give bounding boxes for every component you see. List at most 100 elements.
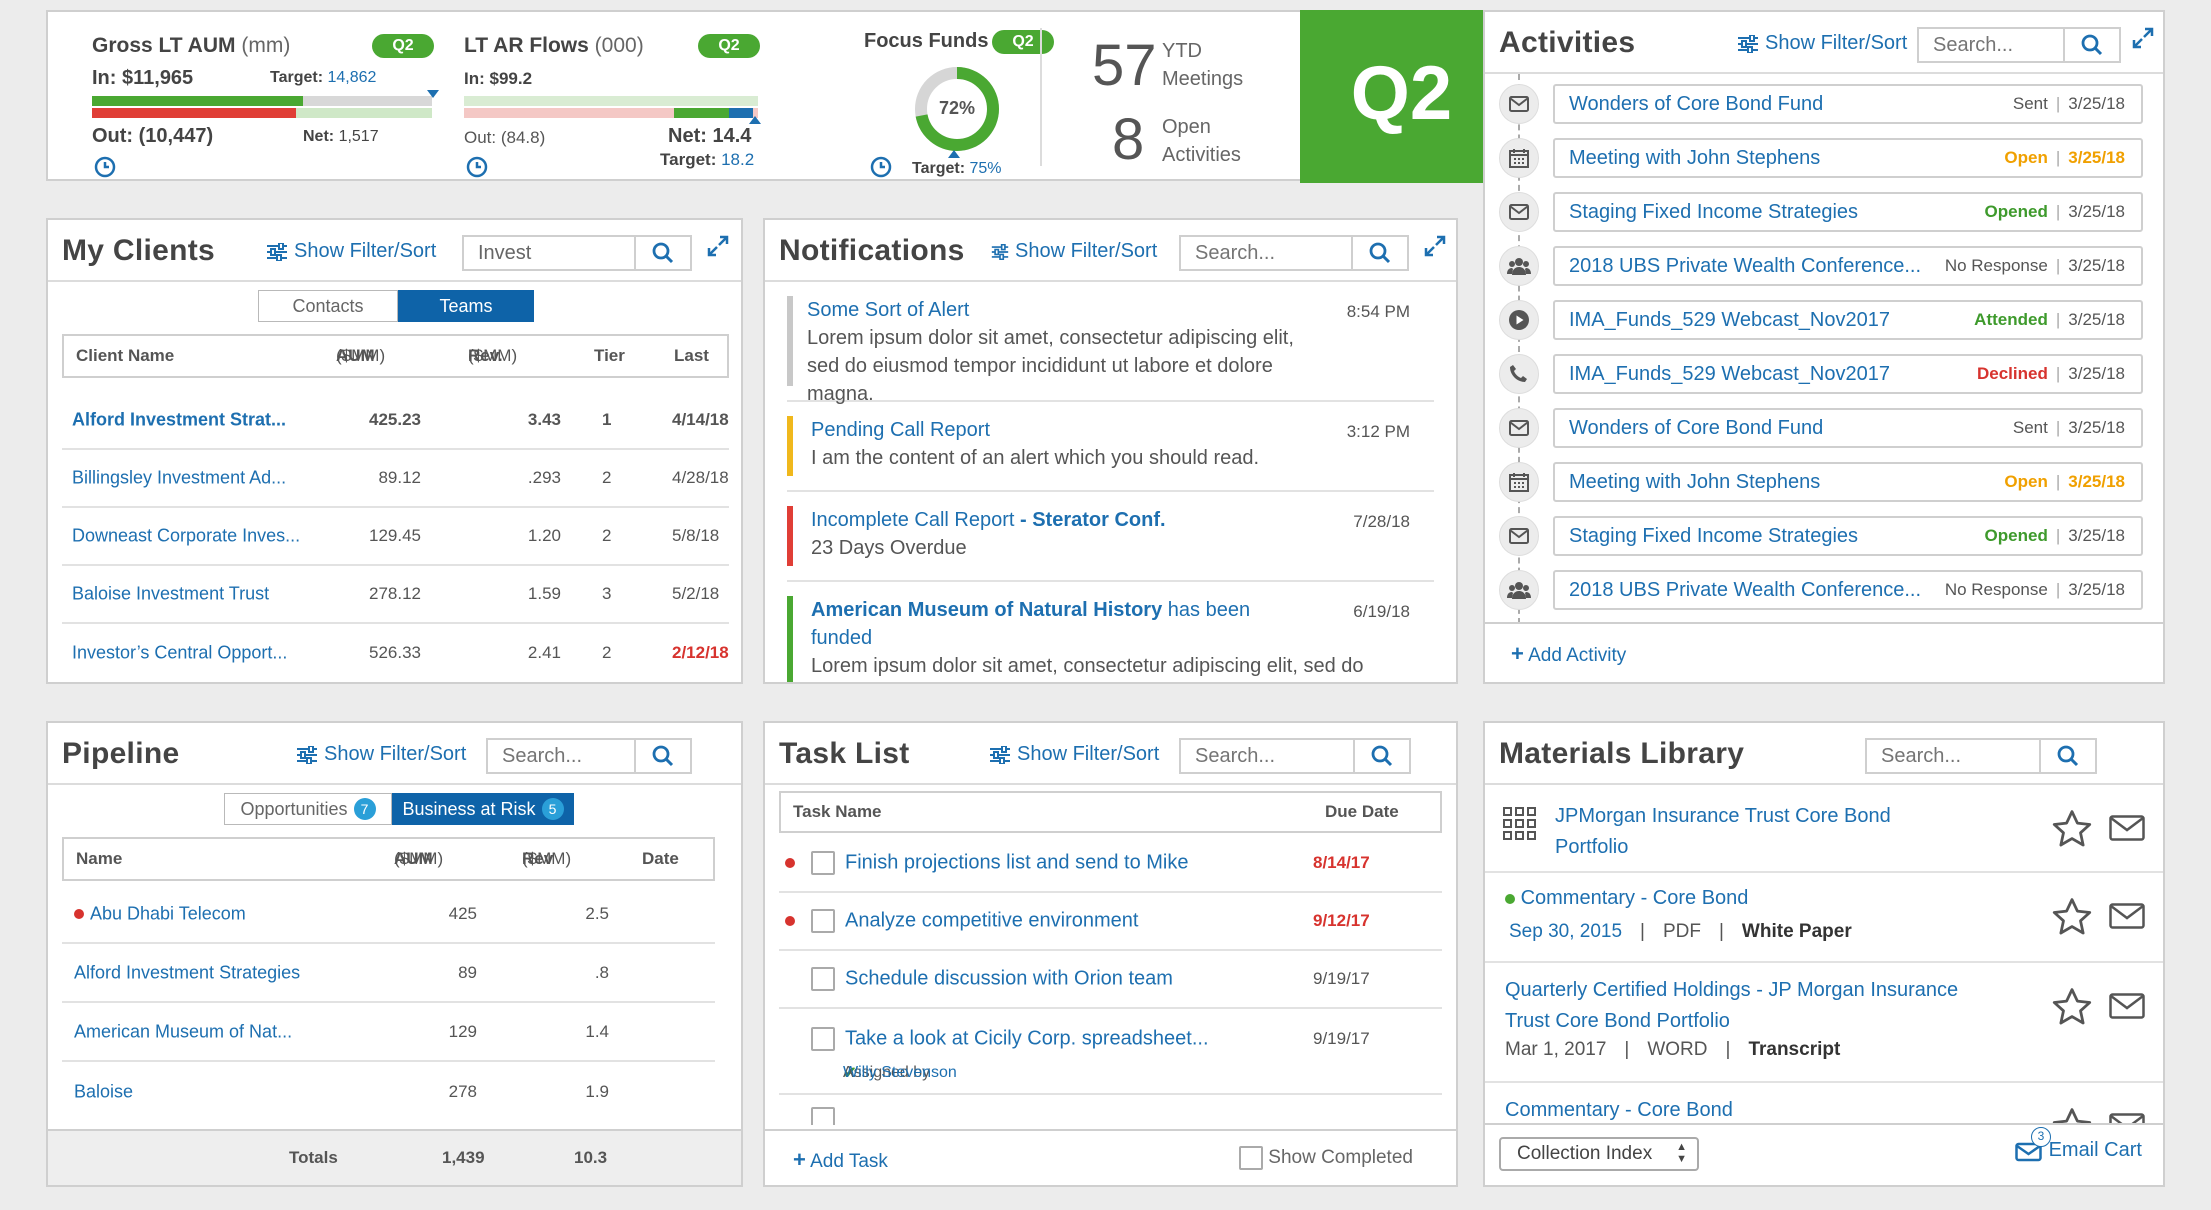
table-row[interactable]: Downeast Corporate Inves... 129.45 1.20 2 5/…	[62, 508, 729, 566]
material-title[interactable]: Commentary - Core Bond	[1521, 887, 1749, 909]
table-row[interactable]: Billingsley Investment Ad... 89.12 .293 2 4/…	[62, 450, 729, 508]
mail-icon[interactable]	[2109, 903, 2145, 929]
task-row[interactable]: Take a look at Cicily Corp. spreadsheet.…	[779, 1009, 1442, 1095]
show-completed[interactable]: Show Completed	[1239, 1146, 1413, 1170]
task-row[interactable]	[779, 1095, 1442, 1125]
tab-teams[interactable]: Teams	[398, 290, 534, 322]
activity-title[interactable]: Staging Fixed Income Strategies	[1555, 201, 1985, 224]
material-title[interactable]: Commentary - Core Bond	[1505, 1099, 1733, 1122]
activity-item[interactable]: Staging Fixed Income Strategies Opened | 3/…	[1553, 192, 2143, 232]
col-task-name[interactable]: Task Name	[793, 802, 882, 822]
quarter-tile[interactable]: Q2	[1300, 10, 1503, 183]
tab-contacts[interactable]: Contacts	[258, 290, 398, 322]
activity-item[interactable]: 2018 UBS Private Wealth Conference... No …	[1553, 570, 2143, 610]
task-row[interactable]: Finish projections list and send to Mike…	[779, 835, 1442, 893]
mail-icon[interactable]	[2109, 993, 2145, 1019]
table-row[interactable]: Investor’s Central Opport... 526.33 2.41 2 2…	[62, 624, 729, 682]
activity-item[interactable]: Wonders of Core Bond Fund Sent | 3/25/18	[1553, 408, 2143, 448]
task-checkbox[interactable]	[811, 1027, 835, 1051]
search-icon[interactable]	[2039, 740, 2095, 772]
material-title[interactable]: Quarterly Certified Holdings - JP Morgan…	[1505, 979, 1958, 1001]
task-checkbox[interactable]	[811, 851, 835, 875]
task-checkbox[interactable]	[811, 1107, 835, 1125]
activity-title[interactable]: IMA_Funds_529 Webcast_Nov2017	[1555, 309, 1974, 332]
email-cart-button[interactable]: 3 Email Cart	[2015, 1127, 2142, 1162]
pipeline-name-link[interactable]: American Museum of Nat...	[74, 1021, 292, 1042]
activity-title[interactable]: 2018 UBS Private Wealth Conference...	[1555, 579, 1945, 602]
notification-item[interactable]: Some Sort of Alert Lorem ipsum dolor sit …	[787, 292, 1434, 405]
materials-search-input[interactable]	[1867, 744, 2039, 768]
activity-title[interactable]: Staging Fixed Income Strategies	[1555, 525, 1985, 548]
tasks-filter-button[interactable]: Show Filter/Sort	[989, 743, 1159, 766]
table-row[interactable]: Alford Investment Strat... 425.23 3.43 1 4/1…	[62, 392, 729, 450]
activity-title[interactable]: Meeting with John Stephens	[1555, 147, 2004, 170]
table-row[interactable]: American Museum of Nat... 129 1.4	[62, 1003, 715, 1062]
col-name[interactable]: Name	[76, 849, 122, 869]
activity-title[interactable]: Meeting with John Stephens	[1555, 471, 2004, 494]
table-row[interactable]: Baloise Investment Trust 278.12 1.59 3 5/2/1…	[62, 566, 729, 624]
col-tier[interactable]: Tier	[594, 346, 625, 366]
material-title-line2[interactable]: Trust Core Bond Portfolio	[1505, 1010, 1730, 1032]
task-name-link[interactable]: Analyze competitive environment	[845, 910, 1138, 933]
assigned-to-link[interactable]: Willy Stevenson	[843, 1064, 957, 1082]
clients-filter-button[interactable]: Show Filter/Sort	[266, 240, 436, 263]
clock-icon[interactable]	[870, 156, 892, 178]
collection-index-select[interactable]: Collection Index ▲ ▼	[1499, 1137, 1699, 1171]
activity-title[interactable]: IMA_Funds_529 Webcast_Nov2017	[1555, 363, 1977, 386]
pipeline-name-link[interactable]: Alford Investment Strategies	[74, 962, 300, 983]
search-icon[interactable]	[634, 740, 690, 772]
notification-item[interactable]: American Museum of Natural History has b…	[787, 582, 1434, 682]
activity-item[interactable]: Meeting with John Stephens Open | 3/25/18	[1553, 138, 2143, 178]
material-title-line2[interactable]: Portfolio	[1555, 836, 1628, 858]
clock-icon[interactable]	[466, 156, 488, 178]
expand-icon[interactable]	[1423, 234, 1447, 258]
notification-title-bold[interactable]: American Museum of Natural History	[811, 599, 1162, 621]
star-icon[interactable]	[2051, 897, 2093, 937]
client-name-link[interactable]: Baloise Investment Trust	[72, 584, 269, 605]
notifications-search-input[interactable]	[1181, 241, 1351, 265]
pipeline-search-input[interactable]	[488, 744, 634, 768]
task-name-link[interactable]: Schedule discussion with Orion team	[845, 968, 1173, 991]
activity-title[interactable]: Wonders of Core Bond Fund	[1555, 93, 2013, 116]
clock-icon[interactable]	[94, 156, 116, 178]
activity-item[interactable]: 2018 UBS Private Wealth Conference... No …	[1553, 246, 2143, 286]
material-item[interactable]: JPMorgan Insurance Trust Core Bond Portfo…	[1485, 785, 2163, 873]
col-last[interactable]: Last	[674, 346, 709, 366]
notification-item[interactable]: Pending Call Report I am the content of a…	[787, 402, 1434, 492]
activity-item[interactable]: Wonders of Core Bond Fund Sent | 3/25/18	[1553, 84, 2143, 124]
activity-item[interactable]: IMA_Funds_529 Webcast_Nov2017 Declined | 3/…	[1553, 354, 2143, 394]
tab-business-at-risk[interactable]: Business at Risk 5	[392, 793, 574, 825]
activities-search-input[interactable]	[1919, 33, 2063, 57]
notifications-filter-button[interactable]: Show Filter/Sort	[991, 240, 1157, 263]
show-completed-checkbox[interactable]	[1239, 1146, 1263, 1170]
client-name-link[interactable]: Downeast Corporate Inves...	[72, 526, 300, 547]
client-name-link[interactable]: Investor’s Central Opport...	[72, 643, 287, 664]
table-row[interactable]: Baloise 278 1.9	[62, 1062, 715, 1121]
client-name-link[interactable]: Alford Investment Strat...	[72, 410, 286, 431]
add-task-button[interactable]: + Add Task	[793, 1147, 888, 1173]
client-name-link[interactable]: Billingsley Investment Ad...	[72, 468, 286, 489]
activity-item[interactable]: IMA_Funds_529 Webcast_Nov2017 Attended | 3/…	[1553, 300, 2143, 340]
activity-item[interactable]: Meeting with John Stephens Open | 3/25/18	[1553, 462, 2143, 502]
table-row[interactable]: Alford Investment Strategies 89 .8	[62, 944, 715, 1003]
notification-title[interactable]: Incomplete Call Report	[811, 509, 1014, 531]
search-icon[interactable]	[1351, 237, 1407, 269]
pipeline-filter-button[interactable]: Show Filter/Sort	[296, 743, 466, 766]
pipeline-name-link[interactable]: Baloise	[74, 1081, 133, 1102]
tab-opportunities[interactable]: Opportunities 7	[224, 793, 392, 825]
task-name-link[interactable]: Take a look at Cicily Corp. spreadsheet.…	[845, 1028, 1209, 1051]
expand-icon[interactable]	[2131, 26, 2155, 50]
activities-filter-button[interactable]: Show Filter/Sort	[1737, 32, 1907, 55]
notification-title[interactable]: Pending Call Report	[811, 419, 990, 441]
material-title[interactable]: JPMorgan Insurance Trust Core Bond	[1555, 805, 1891, 827]
search-icon[interactable]	[634, 237, 690, 269]
task-row[interactable]: Analyze competitive environment 9/12/17	[779, 893, 1442, 951]
material-item[interactable]: Quarterly Certified Holdings - JP Morgan…	[1485, 963, 2163, 1083]
star-icon[interactable]	[2051, 809, 2093, 849]
activity-title[interactable]: 2018 UBS Private Wealth Conference...	[1555, 255, 1945, 278]
mail-icon[interactable]	[2109, 815, 2145, 841]
col-date[interactable]: Date	[642, 849, 679, 869]
star-icon[interactable]	[2051, 987, 2093, 1027]
pipeline-name-link[interactable]: Abu Dhabi Telecom	[90, 903, 246, 924]
notification-item[interactable]: Incomplete Call Report - Sterator Conf. 2…	[787, 492, 1434, 582]
